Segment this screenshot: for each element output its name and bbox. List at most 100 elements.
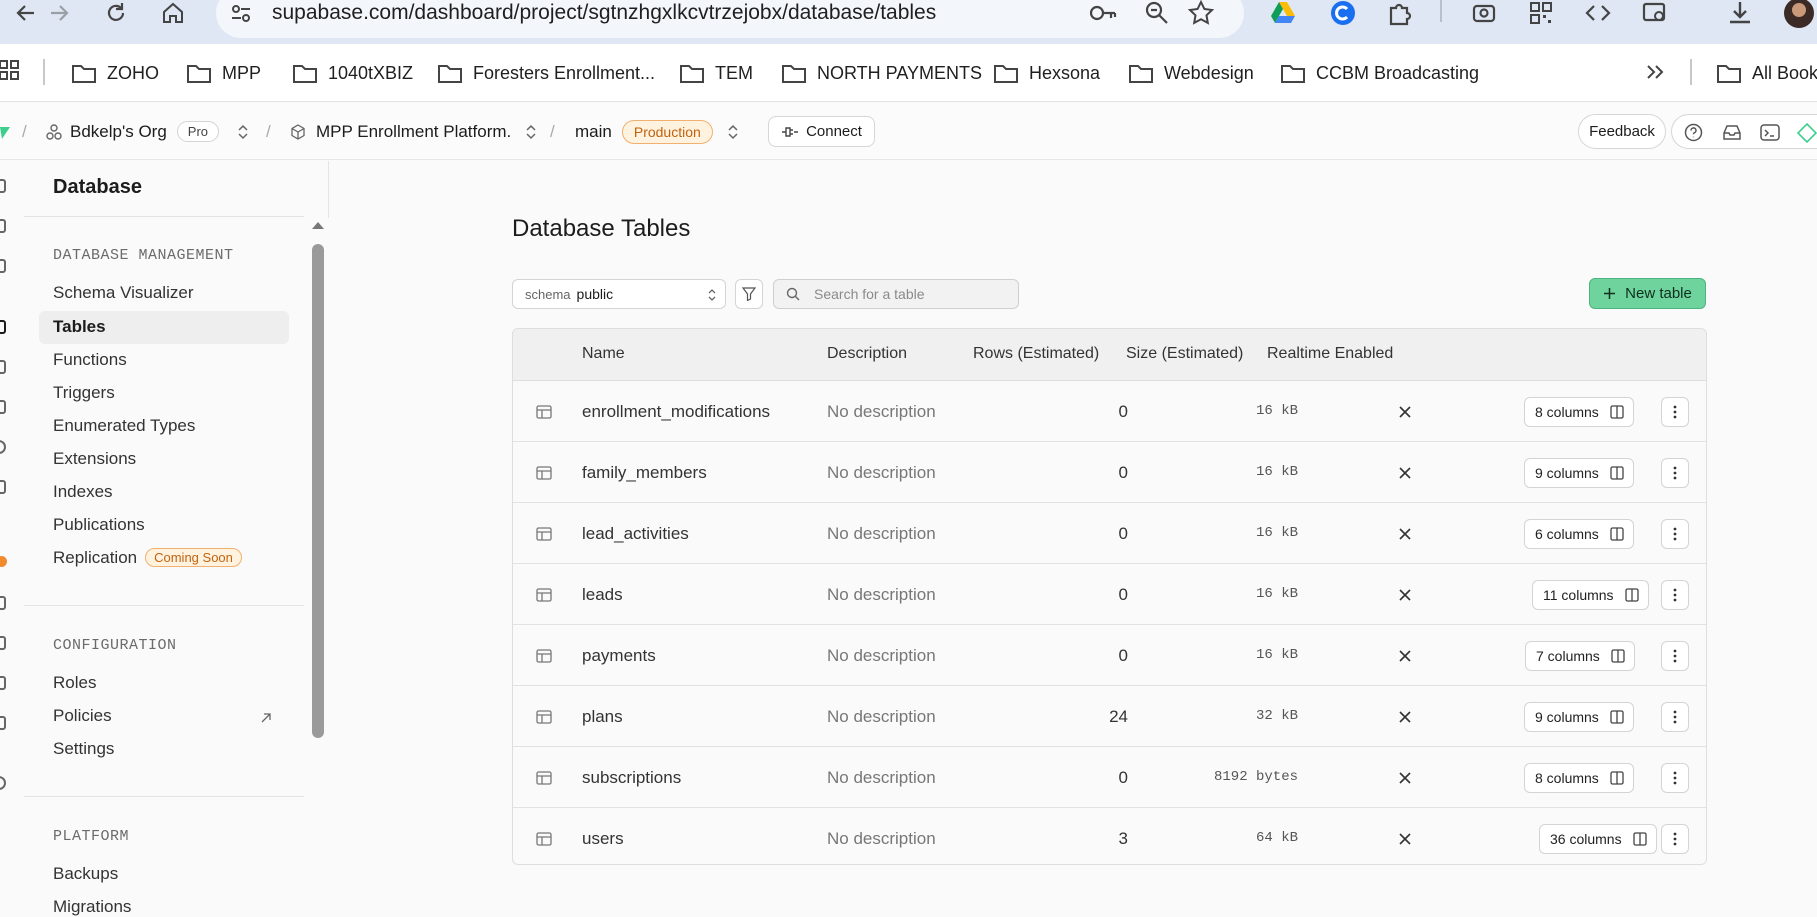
table-search-input[interactable]: Search for a table <box>773 279 1019 309</box>
table-name[interactable]: lead_activities <box>582 504 689 564</box>
bookmark-star-icon[interactable] <box>1188 0 1214 26</box>
integrations-nav-icon[interactable] <box>0 716 6 730</box>
sidebar-item-schema-visualizer[interactable]: Schema Visualizer <box>53 283 193 303</box>
advisors-nav-icon[interactable] <box>0 556 7 567</box>
qr-code-icon[interactable] <box>1528 0 1554 26</box>
table-row[interactable]: lead_activities No description 0 16 kB 6 col… <box>513 504 1706 564</box>
password-key-icon[interactable] <box>1089 0 1117 26</box>
row-more-button[interactable] <box>1661 580 1689 610</box>
table-editor-nav-icon[interactable] <box>0 219 6 233</box>
edge-functions-nav-icon[interactable] <box>0 440 6 454</box>
bookmark-zoho[interactable]: ZOHO <box>71 58 159 88</box>
assistant-icon[interactable] <box>1797 123 1817 143</box>
api-docs-nav-icon[interactable] <box>0 676 6 690</box>
reload-icon[interactable] <box>104 1 128 25</box>
view-columns-button[interactable]: 8 columns <box>1524 763 1634 793</box>
view-columns-button[interactable]: 6 columns <box>1524 519 1634 549</box>
bookmark-mpp[interactable]: MPP <box>186 58 261 88</box>
row-more-button[interactable] <box>1661 763 1689 793</box>
download-icon[interactable] <box>1727 0 1753 26</box>
extensions-puzzle-icon[interactable] <box>1387 0 1413 26</box>
site-settings-icon[interactable] <box>228 0 254 26</box>
branch-switcher[interactable]: main Production <box>575 103 739 160</box>
schema-selector[interactable]: schema public <box>512 279 726 309</box>
sidebar-item-migrations[interactable]: Migrations <box>53 897 131 917</box>
bookmark-1040txbiz[interactable]: 1040tXBIZ <box>292 58 413 88</box>
storage-nav-icon[interactable] <box>0 400 6 414</box>
row-more-button[interactable] <box>1661 458 1689 488</box>
sidebar-item-roles[interactable]: Roles <box>53 673 96 693</box>
apps-grid-icon[interactable] <box>0 59 22 81</box>
table-name[interactable]: enrollment_modifications <box>582 382 770 442</box>
more-bookmarks-chevron-icon[interactable] <box>1645 62 1665 82</box>
table-row[interactable]: enrollment_modifications No description 0 1… <box>513 382 1706 442</box>
view-columns-button[interactable]: 36 columns <box>1539 824 1657 854</box>
feedback-button[interactable]: Feedback <box>1578 114 1666 149</box>
table-row[interactable]: users No description 3 64 kB 36 columns <box>513 809 1706 864</box>
sidebar-item-functions[interactable]: Functions <box>53 350 127 370</box>
sidebar-item-policies[interactable]: Policies <box>53 706 112 726</box>
table-name[interactable]: subscriptions <box>582 748 681 808</box>
profile-avatar[interactable] <box>1784 0 1814 28</box>
home-icon[interactable] <box>161 1 185 25</box>
extension-c-icon[interactable] <box>1330 0 1356 26</box>
sidebar-item-backups[interactable]: Backups <box>53 864 118 884</box>
table-row[interactable]: payments No description 0 16 kB 7 columns <box>513 626 1706 686</box>
bookmark-webdesign[interactable]: Webdesign <box>1128 58 1254 88</box>
sidebar-item-enumerated-types[interactable]: Enumerated Types <box>53 416 195 436</box>
screen-capture-icon[interactable] <box>1471 0 1497 26</box>
all-bookmarks[interactable]: All Book <box>1716 58 1817 88</box>
table-row[interactable]: subscriptions No description 0 8192 bytes 8 … <box>513 748 1706 808</box>
filter-button[interactable] <box>735 279 763 309</box>
sidebar-item-publications[interactable]: Publications <box>53 515 145 535</box>
supabase-logo-icon[interactable] <box>0 127 10 139</box>
connect-button[interactable]: Connect <box>768 116 875 147</box>
sidebar-scrollbar[interactable] <box>309 218 329 907</box>
sidebar-item-settings[interactable]: Settings <box>53 739 114 759</box>
org-switcher[interactable]: Bdkelp's Org Pro <box>46 103 249 160</box>
view-columns-button[interactable]: 11 columns <box>1532 580 1649 610</box>
inbox-icon[interactable] <box>1722 123 1742 142</box>
google-drive-icon[interactable] <box>1270 0 1296 26</box>
sidebar-item-triggers[interactable]: Triggers <box>53 383 115 403</box>
tab-search-icon[interactable] <box>1642 0 1668 26</box>
new-table-button[interactable]: New table <box>1589 278 1706 309</box>
database-nav-icon[interactable] <box>0 320 6 334</box>
view-columns-button[interactable]: 9 columns <box>1524 702 1634 732</box>
row-more-button[interactable] <box>1661 641 1689 671</box>
table-name[interactable]: family_members <box>582 443 707 503</box>
row-more-button[interactable] <box>1661 702 1689 732</box>
zoom-icon[interactable] <box>1144 0 1170 26</box>
sidebar-item-extensions[interactable]: Extensions <box>53 449 136 469</box>
back-icon[interactable] <box>14 1 38 25</box>
realtime-nav-icon[interactable] <box>0 480 6 494</box>
settings-nav-icon[interactable] <box>0 776 6 790</box>
bookmark-north-payments[interactable]: NORTH PAYMENTS <box>781 58 982 88</box>
code-icon[interactable] <box>1585 0 1611 26</box>
help-icon[interactable] <box>1684 123 1703 142</box>
table-name[interactable]: leads <box>582 565 623 625</box>
sidebar-item-replication[interactable]: Replication Coming Soon <box>53 548 242 568</box>
row-more-button[interactable] <box>1661 397 1689 427</box>
logs-nav-icon[interactable] <box>0 636 6 650</box>
sidebar-item-indexes[interactable]: Indexes <box>53 482 113 502</box>
sidebar-item-tables[interactable]: Tables <box>53 317 106 337</box>
scroll-up-icon[interactable] <box>311 220 325 230</box>
auth-nav-icon[interactable] <box>0 360 6 374</box>
bookmark-tem[interactable]: TEM <box>679 58 753 88</box>
bookmark-foresters[interactable]: Foresters Enrollment... <box>437 58 655 88</box>
table-name[interactable]: plans <box>582 687 623 747</box>
table-row[interactable]: plans No description 24 32 kB 9 columns <box>513 687 1706 747</box>
url-text[interactable]: supabase.com/dashboard/project/sgtnzhgxl… <box>272 0 936 26</box>
sql-editor-nav-icon[interactable] <box>0 259 6 273</box>
terminal-icon[interactable] <box>1760 123 1780 142</box>
project-switcher[interactable]: MPP Enrollment Platform. <box>290 103 537 160</box>
table-row[interactable]: leads No description 0 16 kB 11 columns <box>513 565 1706 625</box>
view-columns-button[interactable]: 7 columns <box>1525 641 1635 671</box>
table-name[interactable]: users <box>582 809 624 864</box>
row-more-button[interactable] <box>1661 519 1689 549</box>
bookmark-hexsona[interactable]: Hexsona <box>993 58 1100 88</box>
home-nav-icon[interactable] <box>0 179 6 193</box>
table-row[interactable]: family_members No description 0 16 kB 9 colu… <box>513 443 1706 503</box>
row-more-button[interactable] <box>1661 824 1689 854</box>
